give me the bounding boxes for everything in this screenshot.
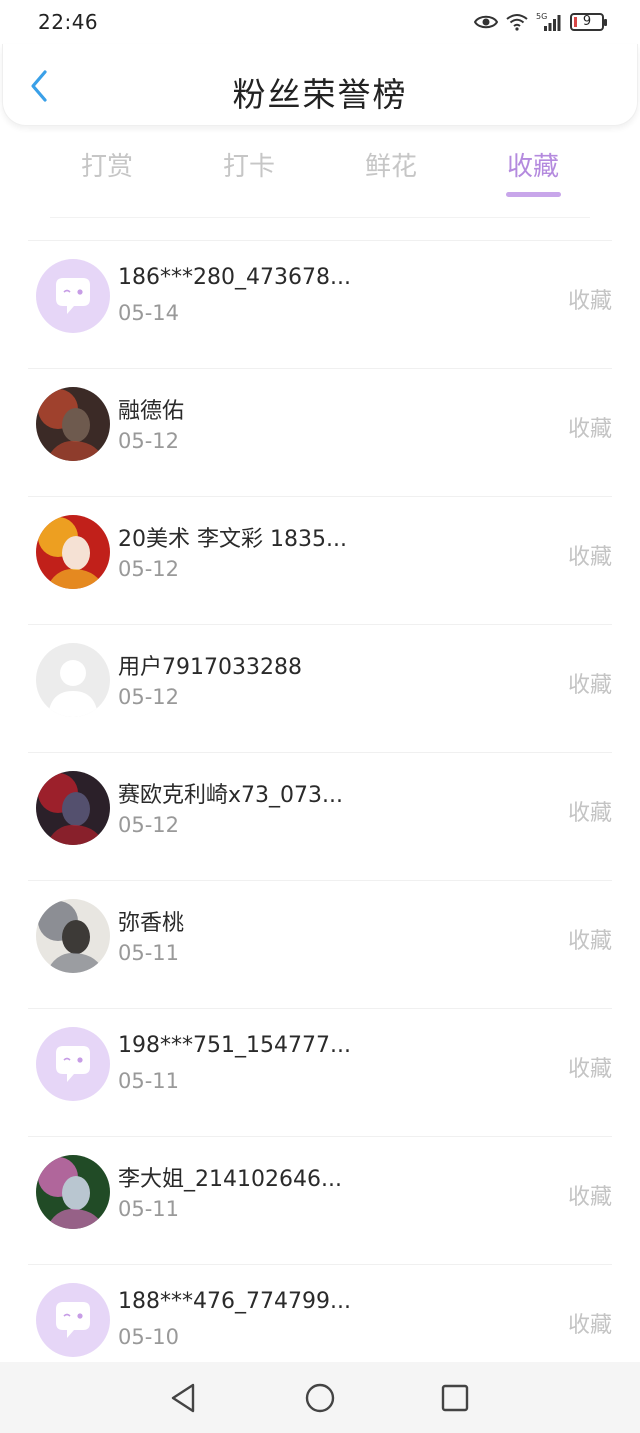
- avatar[interactable]: [36, 515, 110, 589]
- avatar[interactable]: [36, 643, 110, 717]
- fan-list: 186***280_473678... 05-14 收藏 融德佑 05-12 收藏 20美术…: [0, 240, 640, 1392]
- chat-bubble-avatar-icon: [36, 1283, 110, 1357]
- page-title: 粉丝荣誉榜: [232, 75, 408, 114]
- fan-date: 05-11: [118, 1069, 180, 1093]
- fan-name: 20美术 李文彩 1835...: [118, 527, 347, 552]
- fan-date: 05-12: [118, 429, 180, 453]
- divider: [50, 217, 590, 218]
- fan-name: 弥香桃: [118, 911, 185, 936]
- favorite-status-label: 收藏: [567, 801, 612, 826]
- fan-date: 05-10: [118, 1325, 180, 1349]
- favorite-status-label: 收藏: [567, 673, 612, 698]
- fan-name: 李大姐_214102646...: [118, 1167, 342, 1192]
- avatar[interactable]: [36, 899, 110, 973]
- status-icons: 5G 9: [474, 10, 607, 34]
- header: 粉丝荣誉榜: [2, 44, 638, 126]
- fan-date: 05-11: [118, 941, 180, 965]
- signal-5g-icon: 5G: [536, 12, 561, 31]
- fan-name: 用户7917033288: [118, 655, 302, 680]
- favorite-status-label: 收藏: [567, 545, 612, 570]
- avatar[interactable]: [36, 387, 110, 461]
- fan-date: 05-14: [118, 301, 180, 325]
- user-photo-avatar: [36, 515, 110, 589]
- user-photo-avatar: [36, 387, 110, 461]
- fan-name: 186***280_473678...: [118, 265, 351, 290]
- fan-list-item[interactable]: 弥香桃 05-11 收藏: [28, 880, 612, 1008]
- system-nav-bar: [0, 1362, 640, 1433]
- fan-list-item[interactable]: 198***751_154777... 05-11 收藏: [28, 1008, 612, 1136]
- avatar[interactable]: [36, 259, 110, 333]
- fan-date: 05-12: [118, 685, 180, 709]
- favorite-status-label: 收藏: [567, 1313, 612, 1338]
- status-bar: 22:46 5G 9: [0, 0, 640, 44]
- fan-name: 融德佑: [118, 399, 185, 424]
- fan-list-item[interactable]: 20美术 李文彩 1835... 05-12 收藏: [28, 496, 612, 624]
- fan-date: 05-11: [118, 1197, 180, 1221]
- svg-text:5G: 5G: [536, 12, 547, 21]
- avatar[interactable]: [36, 1283, 110, 1357]
- fan-date: 05-12: [118, 557, 180, 581]
- chat-bubble-avatar-icon: [36, 1027, 110, 1101]
- favorite-status-label: 收藏: [567, 1185, 612, 1210]
- avatar[interactable]: [36, 771, 110, 845]
- tab-bar: 打赏 打卡 鲜花 收藏: [0, 140, 640, 210]
- tab-favorites[interactable]: 收藏: [488, 146, 578, 183]
- battery-level: 9: [582, 14, 592, 29]
- avatar[interactable]: [36, 1027, 110, 1101]
- tab-tip[interactable]: 打赏: [62, 146, 152, 183]
- user-photo-avatar: [36, 899, 110, 973]
- active-tab-indicator: [506, 192, 561, 197]
- tab-checkin[interactable]: 打卡: [204, 146, 294, 183]
- fan-name: 198***751_154777...: [118, 1033, 351, 1058]
- fan-list-item[interactable]: 李大姐_214102646... 05-11 收藏: [28, 1136, 612, 1264]
- nav-home-icon[interactable]: [302, 1380, 338, 1416]
- nav-back-icon[interactable]: [166, 1380, 202, 1416]
- favorite-status-label: 收藏: [567, 929, 612, 954]
- fan-list-item[interactable]: 186***280_473678... 05-14 收藏: [28, 240, 612, 368]
- tab-flowers[interactable]: 鲜花: [346, 146, 436, 183]
- nav-recents-icon[interactable]: [437, 1380, 473, 1416]
- favorite-status-label: 收藏: [567, 1057, 612, 1082]
- status-time: 22:46: [38, 10, 99, 34]
- fan-date: 05-12: [118, 813, 180, 837]
- user-photo-avatar: [36, 771, 110, 845]
- fan-name: 188***476_774799...: [118, 1289, 351, 1314]
- fan-list-item[interactable]: 用户7917033288 05-12 收藏: [28, 624, 612, 752]
- battery-icon: 9: [570, 13, 607, 31]
- fan-list-item[interactable]: 赛欧克利崎x73_073... 05-12 收藏: [28, 752, 612, 880]
- favorite-status-label: 收藏: [567, 289, 612, 314]
- favorite-status-label: 收藏: [567, 417, 612, 442]
- fan-name: 赛欧克利崎x73_073...: [118, 783, 343, 808]
- eye-icon: [474, 15, 498, 29]
- default-user-avatar-icon: [36, 643, 110, 717]
- fan-list-item[interactable]: 融德佑 05-12 收藏: [28, 368, 612, 496]
- chat-bubble-avatar-icon: [36, 259, 110, 333]
- user-photo-avatar: [36, 1155, 110, 1229]
- avatar[interactable]: [36, 1155, 110, 1229]
- wifi-icon: [506, 14, 528, 31]
